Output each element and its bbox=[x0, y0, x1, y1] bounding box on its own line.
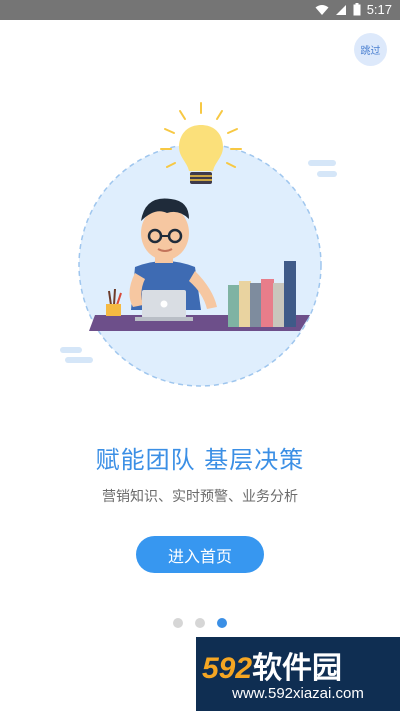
status-icons: 5:17 bbox=[315, 2, 392, 17]
signal-icon bbox=[335, 4, 346, 15]
page-dot[interactable] bbox=[195, 618, 205, 628]
watermark: 592软件园 www.592xiazai.com bbox=[196, 637, 400, 711]
battery-icon bbox=[353, 3, 361, 16]
subtitle: 营销知识、实时预警、业务分析 bbox=[102, 489, 298, 505]
status-time: 5:17 bbox=[366, 2, 392, 17]
watermark-url: www.592xiazai.com bbox=[232, 685, 364, 702]
pagination-dots bbox=[173, 618, 227, 628]
headline: 赋能团队 基层决策 bbox=[95, 446, 305, 474]
laptop-icon bbox=[135, 290, 193, 321]
watermark-logo: 592软件园 bbox=[202, 643, 342, 687]
watermark-logo-text: 软件园 bbox=[252, 652, 343, 685]
onboarding-illustration bbox=[60, 102, 337, 387]
wifi-icon bbox=[315, 4, 329, 15]
page-dot[interactable] bbox=[173, 618, 183, 628]
watermark-logo-number: 592 bbox=[202, 652, 253, 685]
status-bar: 5:17 bbox=[0, 0, 400, 20]
page-dot-active[interactable] bbox=[217, 618, 227, 628]
enter-home-button[interactable]: 进入首页 bbox=[136, 536, 264, 573]
skip-button[interactable]: 跳过 bbox=[354, 33, 387, 66]
